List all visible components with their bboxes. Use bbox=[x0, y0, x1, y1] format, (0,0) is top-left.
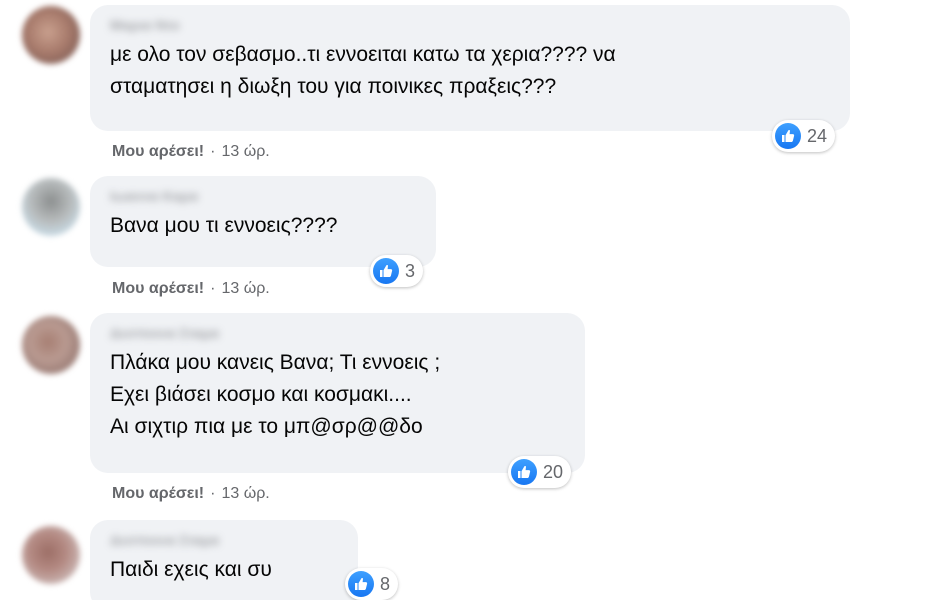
like-thumbs-up-icon bbox=[775, 123, 801, 149]
comment-timestamp[interactable]: 13 ώρ. bbox=[221, 143, 269, 160]
comment-bubble: Δεσποινα Σταμα Παιδι εχεις και συ bbox=[90, 520, 358, 600]
like-thumbs-up-icon bbox=[511, 459, 537, 485]
reaction-count: 24 bbox=[807, 125, 828, 146]
comment-actions: Μου αρέσει! · 13 ώρ. bbox=[112, 280, 270, 298]
comment-author[interactable]: Δεσποινα Σταμα bbox=[110, 325, 565, 343]
separator: · bbox=[210, 280, 216, 297]
avatar[interactable] bbox=[22, 178, 80, 236]
comment-text: με ολο τον σεβασμο..τι εννοειται κατω τα… bbox=[110, 43, 616, 98]
comment-timestamp[interactable]: 13 ώρ. bbox=[221, 280, 269, 297]
reaction-summary[interactable]: 3 bbox=[370, 255, 424, 287]
reaction-count: 3 bbox=[405, 260, 416, 281]
comment-text: Παιδι εχεις και συ bbox=[110, 558, 272, 581]
comment-text: Βανα μου τι εννοεις???? bbox=[110, 214, 338, 237]
comment-author[interactable]: Δεσποινα Σταμα bbox=[110, 532, 338, 550]
reaction-count: 8 bbox=[380, 573, 391, 594]
like-thumbs-up-icon bbox=[348, 571, 374, 597]
reaction-summary[interactable]: 20 bbox=[508, 456, 572, 488]
comment-timestamp[interactable]: 13 ώρ. bbox=[221, 485, 269, 502]
reaction-summary[interactable]: 24 bbox=[772, 120, 836, 152]
comment-bubble: Δεσποινα Σταμα Πλάκα μου κανεις Βανα; Τι… bbox=[90, 313, 585, 473]
comment-author[interactable]: Μαρια Ντο bbox=[110, 17, 830, 35]
like-thumbs-up-icon bbox=[373, 258, 399, 284]
reaction-summary[interactable]: 8 bbox=[345, 568, 399, 600]
comment-actions: Μου αρέσει! · 13 ώρ. bbox=[112, 485, 270, 503]
comment-bubble: Μαρια Ντο με ολο τον σεβασμο..τι εννοειτ… bbox=[90, 5, 850, 131]
comment-actions: Μου αρέσει! · 13 ώρ. bbox=[112, 143, 270, 161]
avatar[interactable] bbox=[22, 526, 80, 584]
avatar[interactable] bbox=[22, 316, 80, 374]
like-button[interactable]: Μου αρέσει! bbox=[112, 485, 204, 502]
comment-bubble: Ιωαννα Καρα Βανα μου τι εννοεις???? bbox=[90, 176, 436, 267]
comment-author[interactable]: Ιωαννα Καρα bbox=[110, 188, 416, 206]
separator: · bbox=[210, 485, 216, 502]
like-button[interactable]: Μου αρέσει! bbox=[112, 143, 204, 160]
avatar[interactable] bbox=[22, 6, 80, 64]
like-button[interactable]: Μου αρέσει! bbox=[112, 280, 204, 297]
comment-text: Πλάκα μου κανεις Βανα; Τι εννοεις ; Εχει… bbox=[110, 351, 441, 438]
reaction-count: 20 bbox=[543, 461, 564, 482]
separator: · bbox=[210, 143, 216, 160]
